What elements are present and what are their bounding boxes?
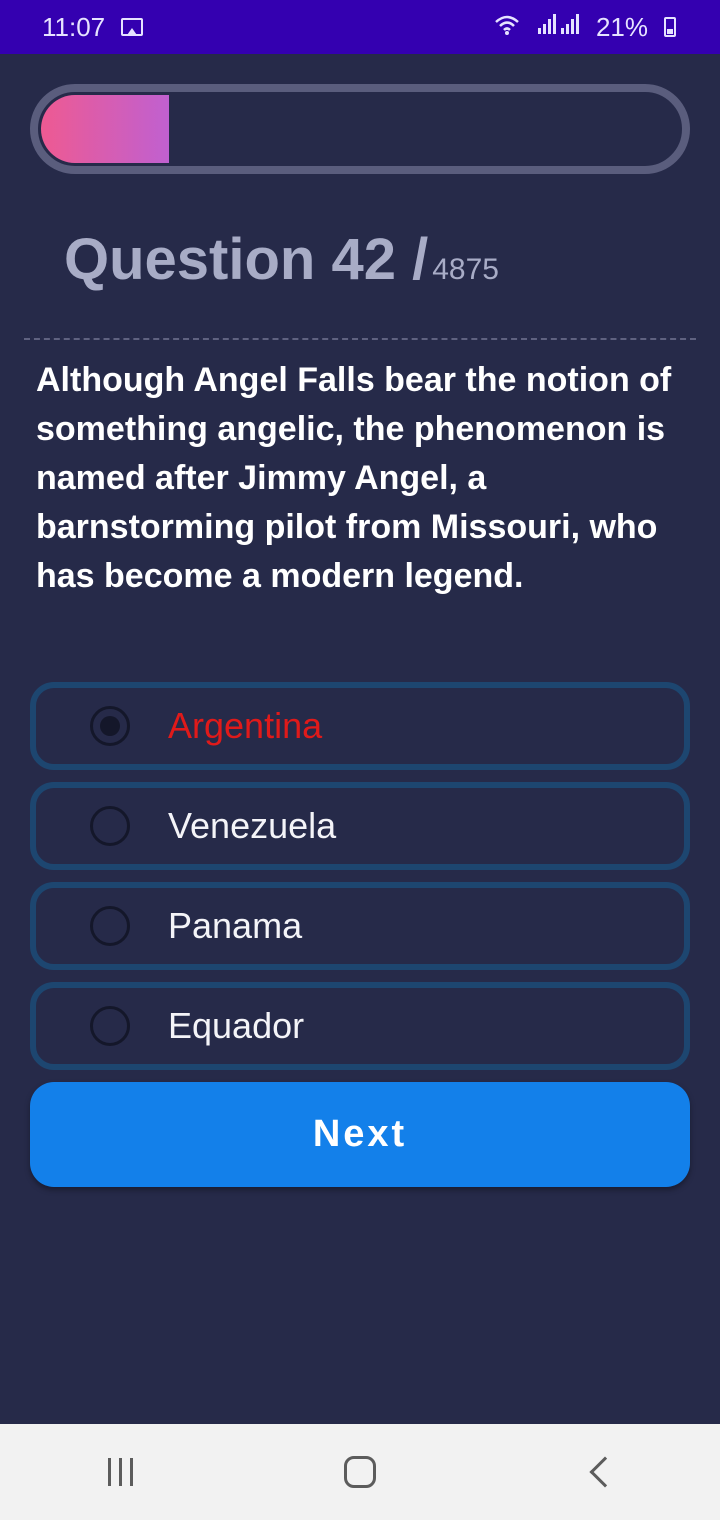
home-button[interactable]: [320, 1442, 400, 1502]
back-button[interactable]: [560, 1442, 640, 1502]
option-argentina[interactable]: Argentina: [30, 682, 690, 770]
divider: [24, 338, 696, 340]
radio-icon[interactable]: [90, 806, 130, 846]
radio-icon[interactable]: [90, 1006, 130, 1046]
back-icon: [589, 1456, 621, 1488]
answer-options: Argentina Venezuela Panama Equador: [30, 682, 690, 1082]
question-text: Although Angel Falls bear the notion of …: [36, 361, 672, 595]
option-panama[interactable]: Panama: [30, 882, 690, 970]
question-header: Question 42 / 4875: [64, 226, 499, 293]
navigation-bar: [0, 1424, 720, 1520]
option-equador[interactable]: Equador: [30, 982, 690, 1070]
battery-percent: 21%: [595, 11, 648, 42]
home-icon: [344, 1456, 376, 1488]
status-time: 11:07: [42, 11, 106, 42]
signal-icon: [536, 13, 580, 41]
option-label: Venezuela: [168, 805, 337, 846]
option-venezuela[interactable]: Venezuela: [30, 782, 690, 870]
battery-icon: [664, 17, 676, 37]
wifi-icon: [494, 12, 520, 43]
option-label: Argentina: [168, 705, 323, 746]
question-total: 4875: [432, 253, 499, 286]
image-icon: [121, 18, 144, 36]
radio-icon[interactable]: [90, 906, 130, 946]
radio-selected-icon[interactable]: [90, 706, 130, 746]
option-label: Equador: [168, 1005, 305, 1046]
next-button[interactable]: Next: [30, 1082, 690, 1187]
question-number: Question 42 /: [64, 227, 429, 292]
progress-bar: [30, 84, 690, 174]
recent-apps-button[interactable]: [80, 1442, 160, 1502]
progress-fill: [41, 95, 169, 163]
recent-apps-icon: [107, 1458, 133, 1486]
option-label: Panama: [168, 905, 303, 946]
status-bar: 11:07 21%: [0, 0, 720, 54]
